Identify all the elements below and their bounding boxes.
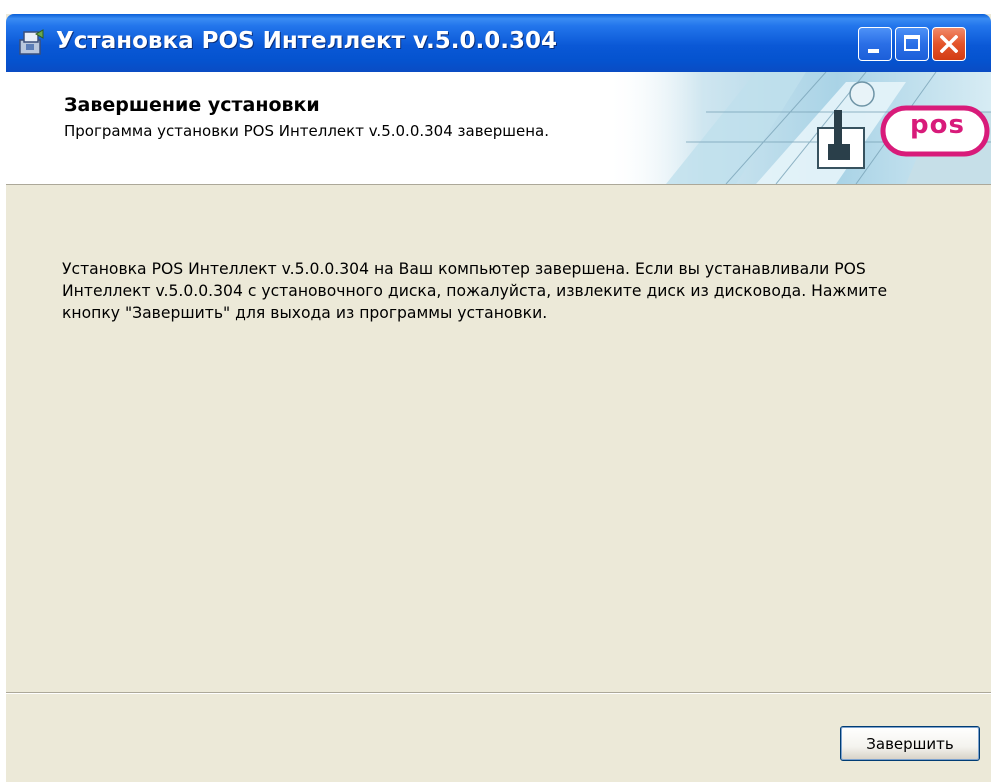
close-button[interactable] <box>932 27 966 61</box>
minimize-button[interactable] <box>858 27 892 61</box>
footer-separator <box>6 692 991 694</box>
window-title: Установка POS Интеллект v.5.0.0.304 <box>56 28 557 54</box>
installer-window: Установка POS Интеллект v.5.0.0.304 pos … <box>6 14 991 782</box>
close-icon <box>940 35 958 53</box>
maximize-button[interactable] <box>895 27 929 61</box>
banner-title: Завершение установки <box>64 94 320 116</box>
pos-logo-text: pos <box>910 110 965 140</box>
finish-button[interactable]: Завершить <box>840 726 980 761</box>
completion-message: Установка POS Интеллект v.5.0.0.304 на В… <box>62 260 888 322</box>
installer-icon <box>16 28 46 58</box>
title-bar[interactable]: Установка POS Интеллект v.5.0.0.304 <box>6 14 991 72</box>
banner-subtitle: Программа установки POS Интеллект v.5.0.… <box>64 122 550 140</box>
